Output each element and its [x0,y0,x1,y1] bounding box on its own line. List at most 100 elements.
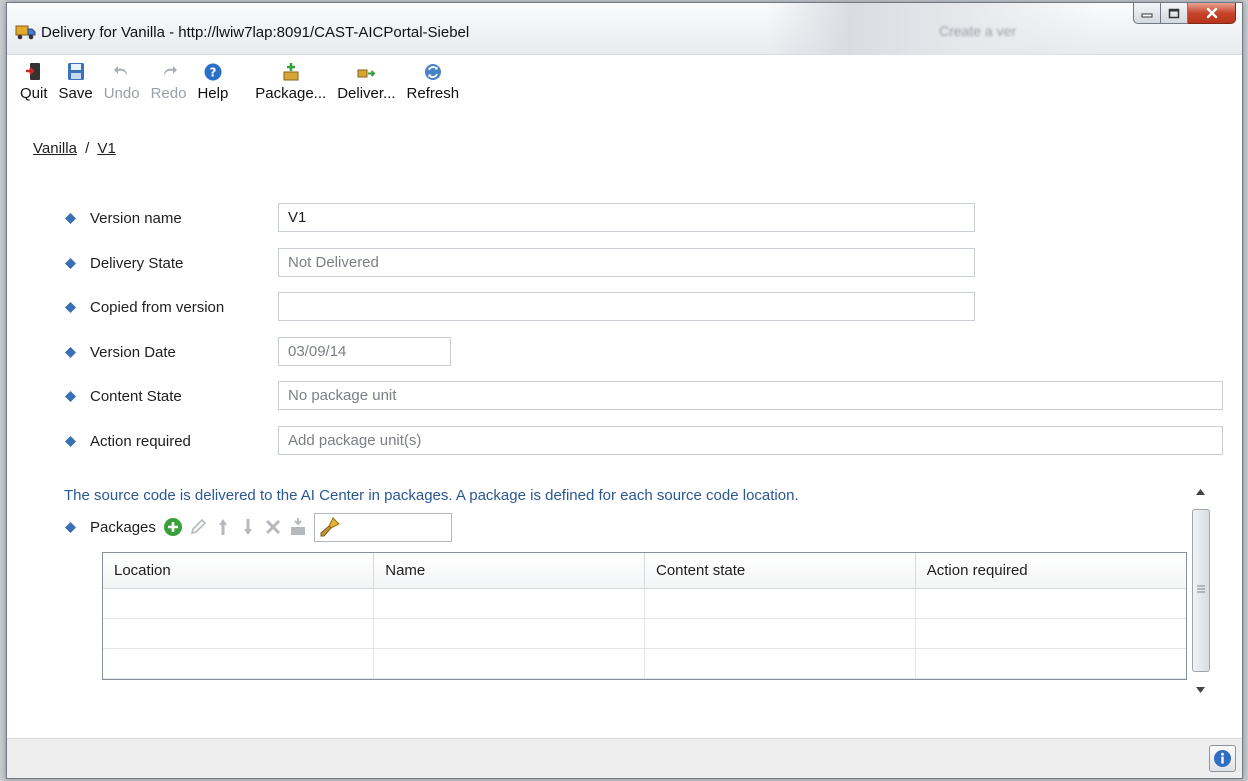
redo-button[interactable]: Redo [147,61,191,102]
table-cell [373,618,645,649]
edit-package-button[interactable] [187,516,209,538]
maximize-button[interactable] [1161,3,1188,24]
packages-info-text: The source code is delivered to the AI C… [64,487,799,504]
deliver-button[interactable]: Deliver... [333,61,399,102]
field-row-version-name: Version name [65,203,182,233]
arrow-down-icon [243,519,252,535]
minimize-button[interactable] [1133,3,1161,24]
packages-toolbar: Packages [65,512,452,542]
breadcrumb-separator: / [85,140,90,157]
scroll-up-button[interactable] [1190,481,1211,503]
diamond-bullet-icon [65,301,76,313]
diamond-bullet-icon [65,390,76,402]
undo-button[interactable]: Undo [100,61,144,102]
table-row[interactable] [103,648,1186,679]
package-filter-field[interactable] [313,512,452,542]
vertical-scrollbar[interactable] [1190,481,1211,701]
column-header-location[interactable]: Location [103,553,375,589]
table-cell [644,618,916,649]
field-row-version-date: Version Date [65,337,176,367]
copied-from-field [278,292,975,321]
floppy-disk-icon [67,63,84,80]
breadcrumb: Vanilla / V1 [33,140,116,157]
move-up-button[interactable] [212,516,234,538]
minimize-icon [1141,13,1153,18]
arrow-up-icon [218,519,227,535]
move-down-button[interactable] [237,516,259,538]
content-state-label: Content State [90,387,182,405]
table-cell [915,648,1186,679]
help-button[interactable]: ? Help [193,61,232,102]
breadcrumb-link-vanilla[interactable]: Vanilla [33,140,77,157]
toolbar: Quit Save Undo Redo ? Help Package... De… [16,61,466,102]
version-name-input[interactable] [278,203,975,232]
table-cell [373,648,645,679]
package-content-button[interactable] [287,516,309,538]
save-button[interactable]: Save [55,61,97,102]
add-package-button[interactable] [162,516,184,538]
grip-lines-icon [1197,585,1205,593]
status-bar [7,738,1242,778]
delivery-truck-icon [15,25,36,40]
table-row[interactable] [103,618,1186,649]
package-button[interactable]: Package... [251,61,330,102]
refresh-button[interactable]: Refresh [403,61,464,102]
field-row-content-state: Content State [65,381,182,411]
triangle-up-icon [1196,489,1205,495]
table-cell [915,618,1186,649]
package-add-icon [283,63,299,81]
redo-arrow-icon [163,66,177,76]
delete-package-button[interactable] [262,516,284,538]
close-button[interactable] [1188,3,1236,24]
column-header-action-required[interactable]: Action required [915,553,1186,589]
svg-text:?: ? [209,66,216,80]
field-row-action-required: Action required [65,426,191,456]
column-header-name[interactable]: Name [373,553,645,589]
delete-x-icon [265,519,280,535]
delivery-window: Delivery for Vanilla - http://lwiw7lap:8… [6,2,1243,779]
background-window-title-text: Create a ver [939,23,1017,39]
delivery-state-field [278,248,975,277]
info-button[interactable] [1209,745,1236,772]
pencil-icon [190,518,207,535]
table-cell [103,618,375,649]
deliver-box-icon [357,69,376,78]
action-required-field [278,426,1223,455]
packages-table: Location Name Content state Action requi… [102,552,1187,680]
version-name-label: Version name [90,209,182,227]
window-controls [1133,3,1236,24]
table-cell [644,648,916,679]
table-cell [103,648,375,679]
info-icon [1214,750,1231,767]
refresh-icon [424,64,441,80]
title-bar[interactable]: Delivery for Vanilla - http://lwiw7lap:8… [7,3,1242,55]
diamond-bullet-icon [65,212,76,224]
delivery-state-label: Delivery State [90,254,184,272]
maximize-icon [1168,8,1180,18]
exit-door-icon [25,63,40,80]
table-row[interactable] [103,588,1186,619]
diamond-bullet-icon [65,435,76,447]
help-question-icon: ? [204,63,222,81]
add-circle-icon [163,518,182,536]
version-date-field [278,337,451,366]
scrollbar-thumb[interactable] [1192,509,1210,672]
quit-button[interactable]: Quit [16,61,52,102]
field-row-copied-from: Copied from version [65,292,224,322]
column-header-content-state[interactable]: Content state [644,553,916,589]
filter-brush-icon [320,517,340,537]
packages-label: Packages [90,518,156,536]
diamond-bullet-icon [65,521,76,533]
table-header-row: Location Name Content state Action requi… [103,553,1186,589]
field-row-delivery-state: Delivery State [65,248,183,278]
table-cell [915,588,1186,619]
scroll-down-button[interactable] [1190,679,1211,701]
background-window-title: Create a ver [767,3,1097,55]
version-date-label: Version Date [90,343,176,361]
copied-from-label: Copied from version [90,298,225,316]
undo-arrow-icon [113,66,127,76]
action-required-label: Action required [90,432,191,450]
table-cell [373,588,645,619]
content-state-field [278,381,1223,410]
breadcrumb-link-v1[interactable]: V1 [97,140,115,157]
